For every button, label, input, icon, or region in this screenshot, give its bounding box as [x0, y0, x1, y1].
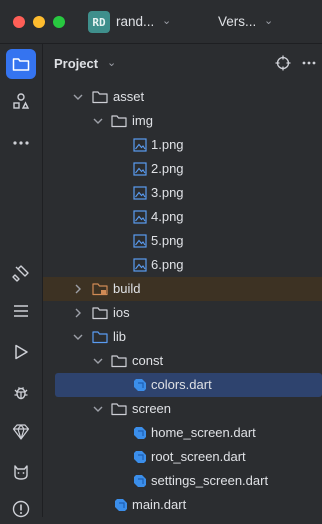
chevron-down-icon[interactable] [92, 402, 104, 416]
tree-item-dart-file[interactable]: home_screen.dart [43, 421, 322, 445]
folder-icon [111, 353, 127, 369]
folder-icon [111, 401, 127, 417]
tree-item-label: 4.png [151, 209, 184, 224]
project-name[interactable]: rand... [116, 14, 154, 29]
image-file-icon [132, 257, 148, 273]
dart-file-icon [132, 473, 148, 489]
tree-item-ios[interactable]: ios [43, 301, 322, 325]
tree-item-label: 2.png [151, 161, 184, 176]
tree-item-image-file[interactable]: 3.png [43, 181, 322, 205]
tree-item-label: colors.dart [151, 377, 212, 392]
chevron-down-icon[interactable]: ⌄ [264, 14, 273, 27]
chevron-down-icon[interactable] [92, 114, 104, 128]
zoom-window-button[interactable] [53, 16, 65, 28]
gem-icon[interactable] [6, 417, 36, 447]
tree-item-image-file[interactable]: 5.png [43, 229, 322, 253]
tree-item-label: const [132, 353, 164, 368]
chevron-right-icon[interactable] [72, 282, 84, 296]
more-tools-icon[interactable] [6, 128, 36, 158]
tree-item-const[interactable]: const [43, 349, 322, 373]
chevron-down-icon[interactable] [72, 90, 84, 104]
problems-icon[interactable] [6, 494, 36, 524]
tree-item-label: ios [113, 305, 130, 320]
tree-item-colors-dart[interactable]: colors.dart [55, 373, 322, 397]
image-file-icon [132, 161, 148, 177]
image-file-icon [132, 137, 148, 153]
tree-item-label: 3.png [151, 185, 184, 200]
dart-file-icon [113, 497, 129, 513]
title-bar: RD rand... ⌄ Vers... ⌄ [0, 0, 322, 44]
excluded-folder-icon [92, 281, 108, 297]
tree-item-build[interactable]: build [43, 277, 322, 301]
tree-item-image-file[interactable]: 2.png [43, 157, 322, 181]
tree-item-dart-file[interactable]: root_screen.dart [43, 445, 322, 469]
cat-icon[interactable] [6, 457, 36, 487]
todo-list-icon[interactable] [6, 296, 36, 326]
tool-window-strip [0, 44, 43, 518]
source-folder-icon [92, 329, 108, 345]
tree-item-label: 1.png [151, 137, 184, 152]
tree-item-label: img [132, 113, 153, 128]
panel-title[interactable]: Project [54, 56, 98, 71]
minimize-window-button[interactable] [33, 16, 45, 28]
chevron-down-icon[interactable] [92, 354, 104, 368]
project-badge[interactable]: RD [88, 11, 110, 33]
tree-item-label: screen [132, 401, 172, 416]
locate-file-icon[interactable] [274, 54, 292, 72]
structure-icon[interactable] [6, 86, 36, 116]
options-icon[interactable] [300, 54, 318, 72]
tree-item-main-dart[interactable]: main.dart [43, 493, 322, 517]
folder-icon [92, 305, 108, 321]
tree-item-label: main.dart [132, 497, 187, 512]
tree-item-lib[interactable]: lib [43, 325, 322, 349]
tree-item-label: build [113, 281, 141, 296]
chevron-down-icon[interactable] [72, 330, 84, 344]
chevron-down-icon[interactable]: ⌄ [162, 14, 171, 27]
vcs-widget-label[interactable]: Vers... [218, 14, 256, 29]
tree-item-label: lib [113, 329, 127, 344]
tree-item-asset[interactable]: asset [43, 85, 322, 109]
run-icon[interactable] [6, 337, 36, 367]
build-hammer-icon[interactable] [6, 258, 36, 288]
tree-item-label: home_screen.dart [151, 425, 256, 440]
tree-item-label: 5.png [151, 233, 184, 248]
folder-icon [92, 89, 108, 105]
tree-item-img[interactable]: img [43, 109, 322, 133]
project-panel: Project ⌄ asset img 1.png 2.png 3.png 4.… [43, 44, 322, 517]
image-file-icon [132, 233, 148, 249]
tree-item-label: root_screen.dart [151, 449, 246, 464]
tree-item-image-file[interactable]: 4.png [43, 205, 322, 229]
image-file-icon [132, 185, 148, 201]
tree-item-label: 6.png [151, 257, 184, 272]
dart-file-icon [132, 425, 148, 441]
chevron-right-icon[interactable] [72, 306, 84, 320]
tree-item-label: asset [113, 89, 145, 104]
project-panel-header: Project ⌄ [43, 44, 322, 82]
dart-file-icon [132, 377, 148, 393]
dart-file-icon [132, 449, 148, 465]
tree-item-screen[interactable]: screen [43, 397, 322, 421]
tree-item-image-file[interactable]: 6.png [43, 253, 322, 277]
close-window-button[interactable] [13, 16, 25, 28]
tree-item-image-file[interactable]: 1.png [43, 133, 322, 157]
debug-bug-icon[interactable] [6, 377, 36, 407]
chevron-down-icon[interactable]: ⌄ [107, 56, 116, 69]
image-file-icon [132, 209, 148, 225]
folder-icon [111, 113, 127, 129]
project-folder-icon[interactable] [6, 49, 36, 79]
tree-item-label: settings_screen.dart [151, 473, 269, 488]
tree-item-dart-file[interactable]: settings_screen.dart [43, 469, 322, 493]
